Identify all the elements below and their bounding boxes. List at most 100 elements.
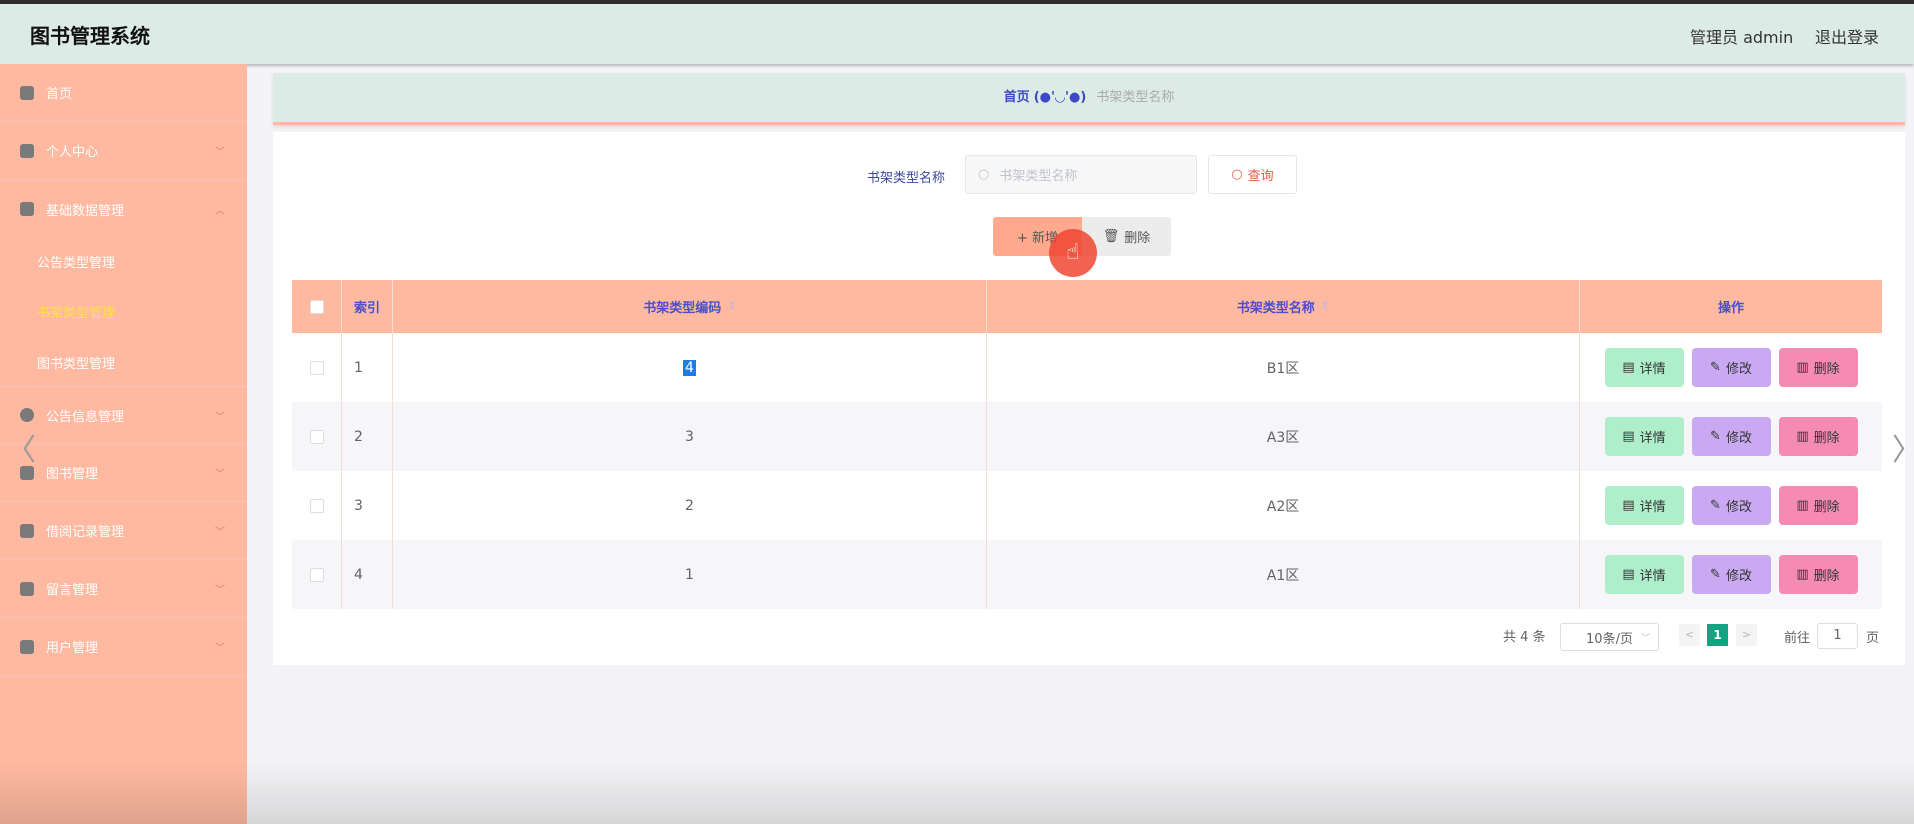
pencil-icon: ✎ [1710, 429, 1721, 444]
detail-label: 详情 [1639, 500, 1666, 515]
edit-button[interactable]: ✎ 修改 [1691, 555, 1771, 594]
chevron-up-icon: ︿ [215, 205, 225, 217]
delete-button[interactable]: ▥ 删除 [1778, 486, 1858, 525]
row-checkbox[interactable] [309, 360, 324, 375]
query-button-label: 查询 [1247, 169, 1274, 184]
select-all-checkbox[interactable] [309, 299, 324, 314]
edit-label: 修改 [1725, 569, 1752, 584]
sidebar-item-notice[interactable]: 公告信息管理 ﹀ [0, 386, 247, 444]
detail-button[interactable]: ▤ 详情 [1604, 417, 1684, 456]
chevron-down-icon: ﹀ [215, 411, 225, 423]
row-code: 3 [393, 402, 987, 471]
sidebar-item-label: 借阅记录管理 [46, 525, 125, 540]
row-checkbox[interactable] [309, 429, 324, 444]
sidebar-item-label: 个人中心 [46, 145, 99, 160]
search-placeholder: 书架类型名称 [999, 169, 1078, 184]
pagination-total: 共 4 条 [1503, 630, 1546, 645]
current-user: 管理员 admin [1690, 28, 1794, 47]
row-code: 4 [393, 333, 987, 402]
sidebar-item-profile[interactable]: 个人中心 ﹀ [0, 122, 247, 180]
chevron-down-icon: ﹀ [215, 469, 225, 480]
row-code: 2 [393, 471, 987, 540]
sidebar-item-label: 留言管理 [46, 583, 99, 598]
trash-icon: ▥ [1796, 498, 1809, 513]
pencil-icon: ✎ [1710, 360, 1721, 375]
detail-button[interactable]: ▤ 详情 [1604, 555, 1684, 594]
row-index: 1 [342, 333, 393, 402]
table-row: 4 1 A1区 ▤ 详情 ✎ 修改 ▥ 删除 [292, 540, 1882, 609]
edit-button[interactable]: ✎ 修改 [1691, 486, 1771, 525]
page-size-value: 10条/页 [1586, 631, 1633, 647]
goto-unit: 页 [1866, 631, 1880, 646]
sort-icon: ↕ [727, 301, 736, 312]
row-index: 4 [342, 540, 393, 609]
sidebar: 首页 个人中心 ﹀ 基础数据管理 ︿ 公告类型管理 书架类型管理 图书类型管理 公告… [0, 64, 247, 824]
user-icon [20, 143, 34, 158]
sidebar-subitem-shelf-type[interactable]: 书架类型管理 [37, 302, 115, 321]
home-icon [20, 85, 34, 100]
page-size-select[interactable]: 10条/页 ﹀ [1560, 623, 1659, 651]
sidebar-item-users[interactable]: 用户管理 ﹀ [0, 618, 247, 676]
detail-button[interactable]: ▤ 详情 [1604, 348, 1684, 387]
detail-label: 详情 [1639, 431, 1666, 446]
delete-button[interactable]: ▥ 删除 [1778, 348, 1858, 387]
sidebar-item-books[interactable]: 图书管理 ﹀ [0, 444, 247, 502]
sidebar-item-messages[interactable]: 留言管理 ﹀ [0, 560, 247, 618]
sidebar-item-label: 用户管理 [46, 641, 99, 656]
sidebar-item-borrow[interactable]: 借阅记录管理 ﹀ [0, 502, 247, 560]
row-actions: ▤ 详情 ✎ 修改 ▥ 删除 [1580, 402, 1882, 471]
edit-button[interactable]: ✎ 修改 [1691, 348, 1771, 387]
sort-icon: ↕ [1320, 301, 1330, 312]
breadcrumb-home[interactable]: 首页 [1004, 90, 1030, 105]
search-icon: ○ [978, 167, 990, 182]
column-header-actions: 操作 [1717, 301, 1744, 316]
chevron-left-icon[interactable]: 〈 [6, 425, 36, 469]
row-checkbox[interactable] [309, 498, 324, 513]
logout-link[interactable]: 退出登录 [1815, 24, 1879, 48]
search-icon: ○ [1231, 167, 1243, 182]
sidebar-subitem-notice-type[interactable]: 公告类型管理 [37, 252, 115, 271]
document-icon: ▤ [1622, 567, 1635, 582]
delete-button[interactable]: ▥ 删除 [1778, 555, 1858, 594]
chevron-down-icon: ﹀ [1640, 633, 1650, 644]
sidebar-item-basic-data[interactable]: 基础数据管理 ︿ [0, 180, 247, 238]
sidebar-item-home[interactable]: 首页 [0, 64, 247, 122]
chevron-right-icon[interactable]: 〉 [1892, 425, 1914, 469]
click-cursor-indicator: ☝ [1049, 229, 1097, 277]
document-icon: ▤ [1622, 429, 1635, 444]
app-title: 图书管理系统 [30, 24, 150, 48]
sidebar-item-label: 基础数据管理 [46, 203, 125, 219]
delete-button[interactable]: ▥ 删除 [1778, 417, 1858, 456]
table-row: 1 4 B1区 ▤ 详情 ✎ 修改 ▥ 删除 [292, 333, 1882, 402]
row-name: A2区 [987, 471, 1580, 540]
row-checkbox[interactable] [309, 567, 324, 582]
column-label: 书架类型名称 [1236, 301, 1315, 316]
column-header-name[interactable]: 书架类型名称 ↕ [987, 280, 1580, 333]
briefcase-icon [20, 202, 34, 216]
goto-page-input[interactable]: 1 [1817, 623, 1858, 649]
row-code: 1 [393, 540, 987, 609]
next-page-button[interactable]: > [1736, 624, 1757, 646]
sidebar-subitem-book-type[interactable]: 图书类型管理 [37, 353, 115, 372]
breadcrumb: 首页 (●'◡'●) 书架类型名称 [273, 73, 1905, 125]
bottom-shade [0, 760, 1914, 824]
edit-button[interactable]: ✎ 修改 [1691, 417, 1771, 456]
bulb-icon [20, 408, 34, 422]
detail-button[interactable]: ▤ 详情 [1604, 486, 1684, 525]
page-1-button[interactable]: 1 [1707, 624, 1728, 646]
row-index: 3 [342, 471, 393, 540]
search-label: 书架类型名称 [867, 171, 946, 186]
detail-label: 详情 [1639, 362, 1666, 377]
search-input[interactable]: ○ 书架类型名称 [965, 155, 1197, 194]
chevron-down-icon: ﹀ [215, 585, 225, 596]
column-label: 书架类型编码 [643, 301, 722, 316]
query-button[interactable]: ○ 查询 [1208, 155, 1297, 194]
calendar-icon [20, 639, 34, 654]
prev-page-button[interactable]: < [1679, 624, 1700, 646]
sidebar-item-label: 图书管理 [46, 467, 99, 482]
table-row: 2 3 A3区 ▤ 详情 ✎ 修改 ▥ 删除 [292, 402, 1882, 471]
column-header-code[interactable]: 书架类型编码 ↕ [393, 280, 987, 333]
chevron-down-icon: ﹀ [215, 527, 225, 538]
trash-icon: ▥ [1796, 360, 1809, 375]
row-name: A1区 [987, 540, 1580, 609]
